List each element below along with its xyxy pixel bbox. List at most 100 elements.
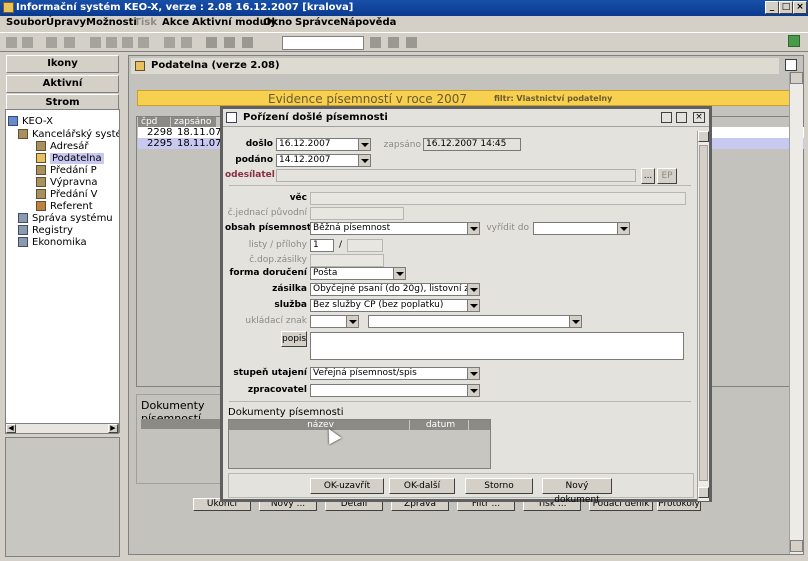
menu-soubor[interactable]: Soubor — [6, 17, 46, 28]
dialog-close-icon[interactable]: × — [693, 112, 705, 123]
print-icon[interactable] — [164, 37, 175, 48]
vyridit-dropdown[interactable] — [617, 222, 630, 235]
column-header-datum[interactable]: datum — [410, 420, 468, 430]
storno-button[interactable]: Storno — [465, 478, 533, 494]
ok-dalsi-button[interactable]: OK-další — [389, 478, 455, 494]
zpracovatel-dropdown[interactable] — [467, 384, 480, 397]
tree-item-kancelarsky-system[interactable]: Kancelářský systém — [32, 129, 119, 140]
obsah-field[interactable]: Běžná písemnost — [310, 222, 470, 235]
first-record-icon[interactable] — [206, 37, 217, 48]
stupen-dropdown[interactable] — [467, 367, 480, 380]
minimize-icon[interactable] — [661, 112, 672, 123]
last-record-icon[interactable] — [406, 37, 417, 48]
paste-icon[interactable] — [106, 37, 117, 48]
zasilka-field[interactable]: Obyčejné psaní (do 20g), listovní zásilk… — [310, 283, 470, 296]
ukladaci-code-field[interactable] — [310, 315, 348, 328]
tree-scrollbar[interactable]: ◀ ▶ — [5, 423, 119, 434]
next-page-icon[interactable] — [388, 37, 399, 48]
zapsano-field: 16.12.2007 14:45 — [423, 138, 521, 151]
scroll-left-icon[interactable]: ◀ — [6, 424, 16, 433]
menu-napoveda[interactable]: Nápověda — [340, 17, 396, 28]
column-header-cpd[interactable]: čpd — [138, 117, 170, 127]
menu-spravce[interactable]: Správce — [295, 17, 340, 28]
popis-textarea[interactable] — [310, 332, 684, 360]
restore-icon[interactable] — [785, 59, 797, 71]
menu-akce[interactable]: Akce — [162, 17, 189, 28]
minimize-button[interactable]: _ — [765, 1, 779, 14]
listy-field[interactable]: 1 — [310, 239, 334, 252]
scroll-up-icon[interactable] — [698, 131, 709, 142]
tree-item-referent[interactable]: Referent — [50, 201, 93, 212]
podano-field[interactable]: 14.12.2007 — [276, 154, 360, 167]
forma-field[interactable]: Pošta — [310, 267, 396, 280]
ok-uzavrit-button[interactable]: OK-uzavřít — [310, 478, 384, 494]
tree-item-podatelna[interactable]: Podatelna — [50, 153, 104, 164]
obsah-dropdown[interactable] — [467, 222, 480, 235]
cj-field[interactable] — [310, 207, 404, 220]
scroll-down-icon[interactable] — [790, 540, 803, 552]
dialog-scrollbar[interactable] — [697, 131, 709, 501]
doslo-dropdown[interactable] — [358, 138, 371, 151]
doslo-field[interactable]: 16.12.2007 — [276, 138, 360, 151]
close-button[interactable]: × — [793, 1, 807, 14]
forma-dropdown[interactable] — [393, 267, 406, 280]
maximize-button[interactable]: □ — [779, 1, 793, 14]
prilohy-field[interactable] — [347, 239, 383, 252]
ukladaci-name-dropdown[interactable] — [569, 315, 582, 328]
status-indicator-icon[interactable] — [788, 35, 800, 47]
copy-icon[interactable] — [90, 37, 101, 48]
scroll-down-icon[interactable] — [698, 487, 709, 498]
scroll-thumb[interactable] — [699, 145, 708, 481]
menu-upravy[interactable]: Úpravy — [46, 17, 86, 28]
window-title: Informační systém KEO-X, verze : 2.08 16… — [16, 2, 354, 13]
tools-icon[interactable] — [138, 37, 149, 48]
ep-button[interactable]: EP — [657, 168, 677, 184]
zpracovatel-field[interactable] — [310, 384, 470, 397]
novy-dokument-button[interactable]: Nový dokument — [542, 478, 612, 505]
record-position-field[interactable] — [282, 36, 364, 50]
maximize-icon[interactable] — [676, 112, 687, 123]
menu-okno[interactable]: Okno — [263, 17, 292, 28]
menu-moznosti[interactable]: Možnosti — [86, 17, 137, 28]
zasilka-dropdown[interactable] — [467, 283, 480, 296]
tree-item-adresar[interactable]: Adresář — [50, 141, 89, 152]
podatelna-scrollbar[interactable] — [789, 72, 803, 554]
scroll-right-icon[interactable]: ▶ — [108, 424, 118, 433]
prev-page-icon[interactable] — [224, 37, 235, 48]
cut-icon[interactable] — [122, 37, 133, 48]
tree-item-ekonomika[interactable]: Ekonomika — [32, 237, 87, 248]
menu-tisk[interactable]: Tisk — [134, 17, 157, 28]
tree-item-predani-p[interactable]: Předání P — [50, 165, 97, 176]
sluzba-dropdown[interactable] — [467, 299, 480, 312]
prev-record-icon[interactable] — [242, 37, 253, 48]
cdop-field[interactable] — [310, 254, 384, 267]
popis-button[interactable]: popis — [281, 331, 307, 347]
column-header-nazev[interactable]: název — [229, 420, 409, 430]
tree-item-registry[interactable]: Registry — [32, 225, 73, 236]
odesilatel-field[interactable] — [276, 169, 636, 182]
next-record-icon[interactable] — [370, 37, 381, 48]
find-icon[interactable] — [181, 37, 192, 48]
tree-item-predani-v[interactable]: Předání V — [50, 189, 98, 200]
new-icon[interactable] — [6, 37, 17, 48]
tree-item-keo-x[interactable]: KEO-X — [22, 116, 53, 127]
undo-icon[interactable] — [64, 37, 75, 48]
aktivni-button[interactable]: Aktivní — [6, 75, 119, 93]
ukladaci-code-dropdown[interactable] — [346, 315, 359, 328]
tree-item-vypravna[interactable]: Výpravna — [50, 177, 97, 188]
sluzba-field[interactable]: Bez služby ČP (bez poplatku) — [310, 299, 470, 312]
column-header-extra[interactable] — [469, 420, 490, 430]
ukladaci-name-field[interactable] — [368, 315, 572, 328]
odesilatel-browse-button[interactable]: ... — [641, 168, 655, 184]
scroll-up-icon[interactable] — [790, 72, 803, 84]
delete-icon[interactable] — [22, 37, 33, 48]
save-icon[interactable] — [46, 37, 57, 48]
vec-field[interactable] — [310, 192, 686, 205]
tree-item-sprava-systemu[interactable]: Správa systému — [32, 213, 113, 224]
ikony-button[interactable]: Ikony — [6, 55, 119, 73]
column-header-zapsano[interactable]: zapsáno — [171, 117, 216, 127]
podano-dropdown[interactable] — [358, 154, 371, 167]
vyridit-field[interactable] — [533, 222, 619, 235]
stupen-field[interactable]: Veřejná písemnost/spis — [310, 367, 470, 380]
documents-panel: Dokumenty písemností — [136, 394, 228, 484]
